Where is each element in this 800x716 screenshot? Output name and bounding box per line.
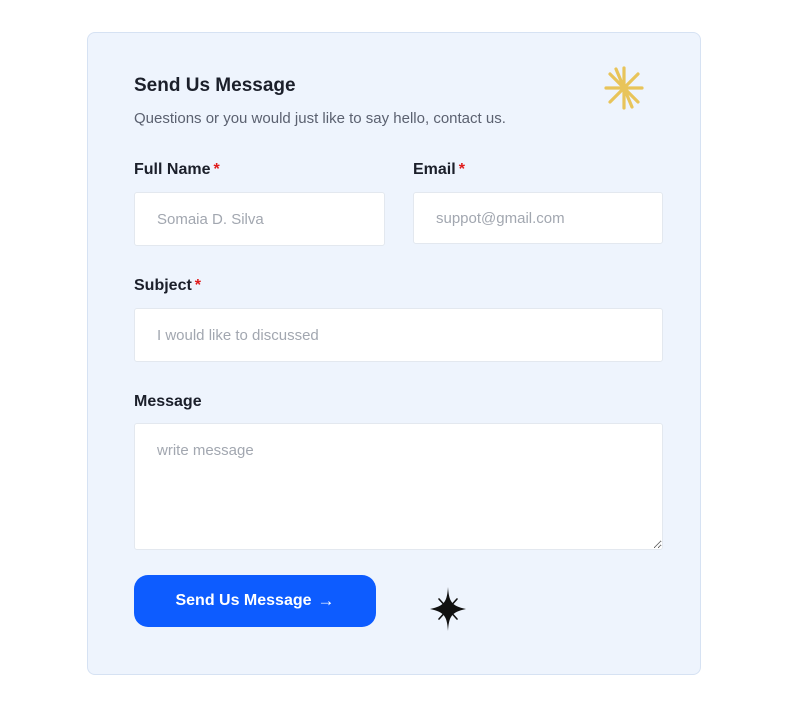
required-marker: * xyxy=(194,277,202,294)
sparkle-icon xyxy=(604,66,644,110)
message-label-text: Message xyxy=(134,393,202,410)
email-label-text: Email xyxy=(413,161,456,178)
arrow-right-icon: → xyxy=(317,591,335,610)
contact-form-card: Send Us Message Questions or you would j… xyxy=(87,32,701,675)
send-button-label: Send Us Message xyxy=(175,592,312,609)
message-textarea[interactable] xyxy=(134,423,663,550)
form-title: Send Us Message xyxy=(134,75,296,96)
full-name-label: Full Name * xyxy=(134,161,220,179)
form-subtitle: Questions or you would just like to say … xyxy=(134,110,506,127)
full-name-input[interactable] xyxy=(134,192,385,246)
email-label: Email * xyxy=(413,161,465,179)
subject-input[interactable] xyxy=(134,308,663,362)
subject-label: Subject * xyxy=(134,277,201,295)
subject-label-text: Subject xyxy=(134,277,192,294)
send-message-button[interactable]: Send Us Message → xyxy=(134,575,376,627)
four-point-star-icon xyxy=(430,587,466,631)
required-marker: * xyxy=(213,161,220,178)
required-marker: * xyxy=(458,161,465,178)
message-label: Message xyxy=(134,393,202,411)
email-input[interactable] xyxy=(413,192,663,244)
full-name-label-text: Full Name xyxy=(134,161,211,178)
